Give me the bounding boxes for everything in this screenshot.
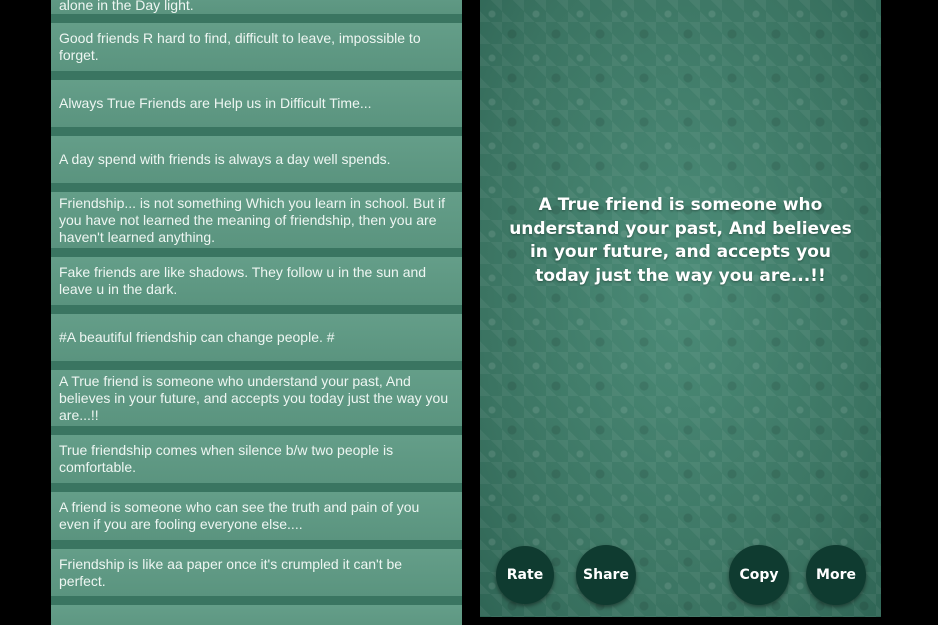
quote-list-screen: alone in the Day light. Good friends R h… <box>51 0 462 625</box>
list-item[interactable]: Friendship is like aa paper once it's cr… <box>51 549 462 605</box>
quote-detail-screen: A True friend is someone who understand … <box>480 0 881 617</box>
share-button-label: Share <box>583 567 629 583</box>
list-item[interactable]: True friendship comes when silence b/w t… <box>51 435 462 492</box>
quote-text: #A beautiful friendship can change peopl… <box>59 329 335 345</box>
quote-text: Good friends R hard to find, difficult t… <box>59 30 421 63</box>
more-button-label: More <box>816 567 856 583</box>
copy-button[interactable]: Copy <box>729 545 789 605</box>
share-button[interactable]: Share <box>576 545 636 605</box>
quote-text: True friendship comes when silence b/w t… <box>59 442 394 475</box>
quote-text: alone in the Day light. <box>59 0 194 13</box>
list-item[interactable]: A friend is someone who can see the trut… <box>51 492 462 549</box>
rate-button[interactable]: Rate <box>496 546 554 604</box>
list-item[interactable]: alone in the Day light. <box>51 0 462 23</box>
list-item[interactable]: A day spend with friends is always a day… <box>51 136 462 192</box>
list-item[interactable]: #A beautiful friendship can change peopl… <box>51 314 462 370</box>
list-item[interactable]: Friendship... is not something Which you… <box>51 192 462 257</box>
quote-text: A friend is someone who can see the trut… <box>59 499 420 532</box>
quote-text: Fake friends are like shadows. They foll… <box>59 264 427 297</box>
list-item[interactable]: Good friends R hard to find, difficult t… <box>51 23 462 80</box>
quote-list[interactable]: alone in the Day light. Good friends R h… <box>51 0 462 625</box>
list-item[interactable] <box>51 605 462 625</box>
list-item[interactable]: Fake friends are like shadows. They foll… <box>51 257 462 314</box>
list-item[interactable]: A True friend is someone who understand … <box>51 370 462 435</box>
quote-text: A True friend is someone who understand … <box>59 372 449 423</box>
quote-text: Friendship is like aa paper once it's cr… <box>59 555 403 589</box>
list-item[interactable]: Always True Friends are Help us in Diffi… <box>51 80 462 136</box>
rate-button-label: Rate <box>506 567 544 583</box>
detail-quote-text: A True friend is someone who understand … <box>509 195 852 286</box>
copy-button-label: Copy <box>739 567 779 583</box>
quote-text: A day spend with friends is always a day… <box>59 151 391 167</box>
quote-text: Friendship... is not something Which you… <box>59 194 445 245</box>
quote-text: Always True Friends are Help us in Diffi… <box>59 95 372 111</box>
more-button[interactable]: More <box>806 545 866 605</box>
